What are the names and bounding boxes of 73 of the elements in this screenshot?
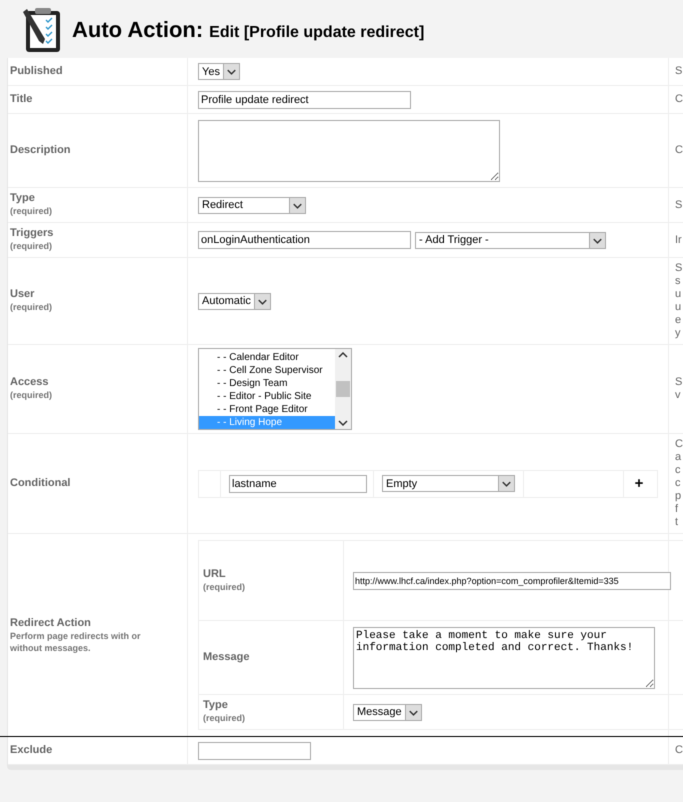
field-label: URL bbox=[203, 568, 227, 580]
help-text: c bbox=[675, 464, 682, 477]
field-label: Title bbox=[10, 93, 34, 106]
text-area[interactable] bbox=[198, 120, 500, 182]
help-text: a bbox=[675, 451, 682, 464]
required-note: (required) bbox=[203, 580, 246, 594]
list-option[interactable]: - - Editor - Public Site bbox=[199, 390, 335, 403]
dropdown[interactable]: Message bbox=[353, 704, 422, 720]
required-note: (required) bbox=[10, 240, 54, 253]
list-option[interactable]: - - Design Team bbox=[199, 377, 335, 390]
help-text: t bbox=[675, 516, 680, 529]
chevron-down-icon bbox=[254, 294, 270, 308]
field-label: Conditional bbox=[10, 477, 72, 490]
field-label: Description bbox=[10, 144, 72, 157]
field-label: Exclude bbox=[10, 744, 54, 757]
help-text: y bbox=[675, 327, 682, 340]
required-note: (required) bbox=[10, 389, 54, 402]
help-text: C bbox=[675, 438, 683, 451]
field-label: Access bbox=[10, 376, 50, 389]
help-text: s bbox=[675, 275, 682, 288]
chevron-down-icon bbox=[289, 198, 305, 212]
field-label: Type bbox=[203, 699, 229, 712]
required-note: (required) bbox=[10, 301, 54, 314]
field-label: Redirect Action bbox=[10, 616, 92, 630]
input-field[interactable]: http://www.lhcf.ca/index.php?option=com_comprofiler&Itemid=335 bbox=[353, 572, 671, 590]
input-field[interactable]: onLoginAuthentication bbox=[198, 231, 411, 249]
help-text: Ir bbox=[675, 234, 683, 246]
required-note: (required) bbox=[203, 712, 246, 725]
help-text: c bbox=[675, 477, 682, 490]
text-area[interactable]: Please take a moment to make sure your information completed and correct. Thanks! bbox=[353, 626, 655, 688]
list-option[interactable]: - - Front Page Editor bbox=[199, 403, 335, 416]
help-text: v bbox=[675, 389, 682, 402]
list-option[interactable]: - - Cell Zone Supervisor bbox=[199, 364, 335, 377]
help-text: C bbox=[675, 144, 683, 157]
field-description: Perform page redirects with or without messages. bbox=[10, 630, 142, 654]
help-text: e bbox=[675, 314, 682, 327]
dropdown[interactable]: Yes bbox=[198, 63, 240, 80]
input-field[interactable]: lastname bbox=[229, 474, 367, 492]
chevron-up-icon[interactable] bbox=[338, 351, 348, 359]
dropdown[interactable]: Empty bbox=[382, 475, 515, 492]
dropdown[interactable]: - Add Trigger - bbox=[415, 232, 606, 248]
field-label: Message bbox=[203, 651, 250, 664]
help-text: S bbox=[675, 65, 683, 78]
chevron-down-icon bbox=[498, 476, 514, 491]
help-text: S bbox=[675, 262, 683, 275]
help-text: p bbox=[675, 490, 682, 503]
help-text: f bbox=[675, 503, 680, 516]
help-text: C bbox=[675, 93, 683, 106]
chevron-down-icon bbox=[222, 64, 239, 79]
list-box[interactable]: - - Calendar Editor - - Cell Zone Supervisor - - Design Team - - Editor - Public Site - - Front Page Editor - - Living Hope bbox=[198, 348, 352, 430]
required-note: (required) bbox=[10, 205, 54, 218]
field-label: Triggers bbox=[10, 227, 54, 240]
help-text: S bbox=[675, 198, 683, 212]
dropdown[interactable]: Redirect bbox=[198, 196, 306, 214]
chevron-down-icon bbox=[404, 704, 421, 720]
input-field[interactable]: Profile update redirect bbox=[198, 90, 411, 108]
add-button[interactable]: + bbox=[634, 475, 644, 492]
help-text: S bbox=[675, 376, 683, 389]
help-text: u bbox=[675, 301, 682, 314]
list-option[interactable]: - - Calendar Editor bbox=[199, 351, 335, 364]
page-subtitle: Edit [Profile update redirect] bbox=[209, 24, 424, 41]
field-label: User bbox=[10, 288, 36, 301]
chevron-down-icon bbox=[589, 232, 605, 248]
help-text: C bbox=[675, 744, 683, 757]
help-text: u bbox=[675, 288, 682, 301]
page-title: Auto Action: bbox=[72, 17, 204, 42]
field-label: Published bbox=[10, 65, 64, 78]
chevron-down-icon[interactable] bbox=[338, 419, 348, 427]
scrollbar[interactable] bbox=[335, 349, 351, 429]
dropdown[interactable]: Automatic bbox=[198, 292, 271, 310]
scrollbar-thumb[interactable] bbox=[336, 381, 350, 397]
field-label: Type bbox=[10, 192, 36, 205]
input-field[interactable] bbox=[198, 742, 311, 760]
